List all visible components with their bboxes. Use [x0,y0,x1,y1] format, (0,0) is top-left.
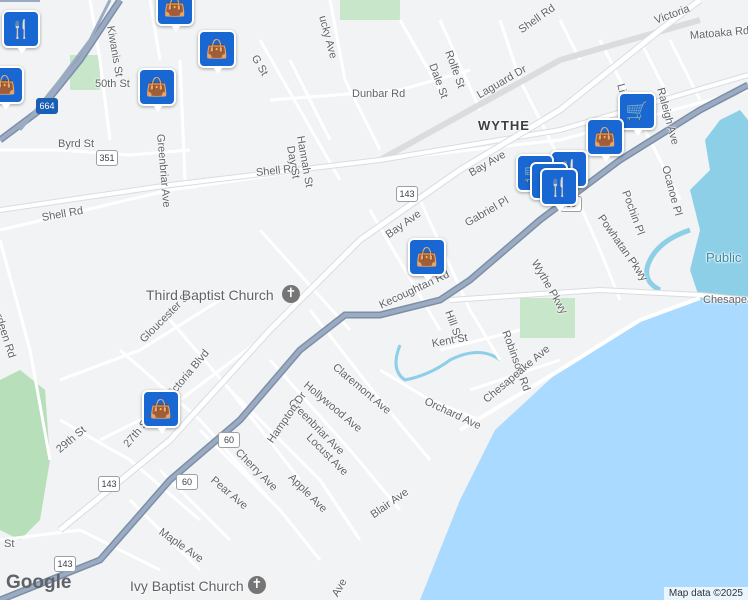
park-area [340,0,400,20]
park-area [520,298,575,338]
shopping-bag-icon[interactable]: 👜 [0,66,24,110]
restaurant-icon[interactable]: 🍴 [540,168,578,212]
public-label: Public [706,250,742,265]
google-logo: Google [6,572,72,593]
us-route-shield: 60 [218,432,240,448]
shopping-bag-icon[interactable]: 👜 [586,118,624,162]
shopping-bag-icon[interactable]: 👜 [408,238,446,282]
street-label: Chesapeake [703,294,748,306]
church-icon[interactable]: ✝ [282,285,300,303]
map-attribution[interactable]: Map data ©2025 [663,587,748,600]
route-shield: 143 [98,476,120,492]
route-shield: 351 [96,150,118,166]
shopping-bag-icon[interactable]: 👜 [138,68,176,112]
church-icon[interactable]: ✝ [248,576,266,594]
street-label: St [4,538,15,550]
shopping-bag-icon[interactable]: 👜 [156,0,194,32]
street-label: Byrd St [58,138,95,150]
third-baptist-church-label[interactable]: Third Baptist Church [146,287,274,303]
street-label: 50th St [95,78,130,90]
us-route-shield: 143 [54,556,76,572]
route-shield: 143 [396,186,418,202]
shopping-bag-icon[interactable]: 👜 [142,390,180,434]
interstate-shield: 664 [36,98,58,114]
map-canvas[interactable]: WYTHE Shell Rd Shell Rd Shell Rd Victori… [0,0,748,600]
street-label: Dunbar Rd [352,88,406,100]
park-area [0,370,50,540]
us-route-shield: 60 [176,474,198,490]
chesapeake-water [420,290,748,600]
creek-water [690,110,748,300]
ivy-baptist-church-label[interactable]: Ivy Baptist Church [130,578,244,594]
restaurant-icon[interactable]: 🍴 [2,10,40,54]
neighborhood-label: WYTHE [478,118,530,133]
shopping-bag-icon[interactable]: 👜 [198,30,236,74]
